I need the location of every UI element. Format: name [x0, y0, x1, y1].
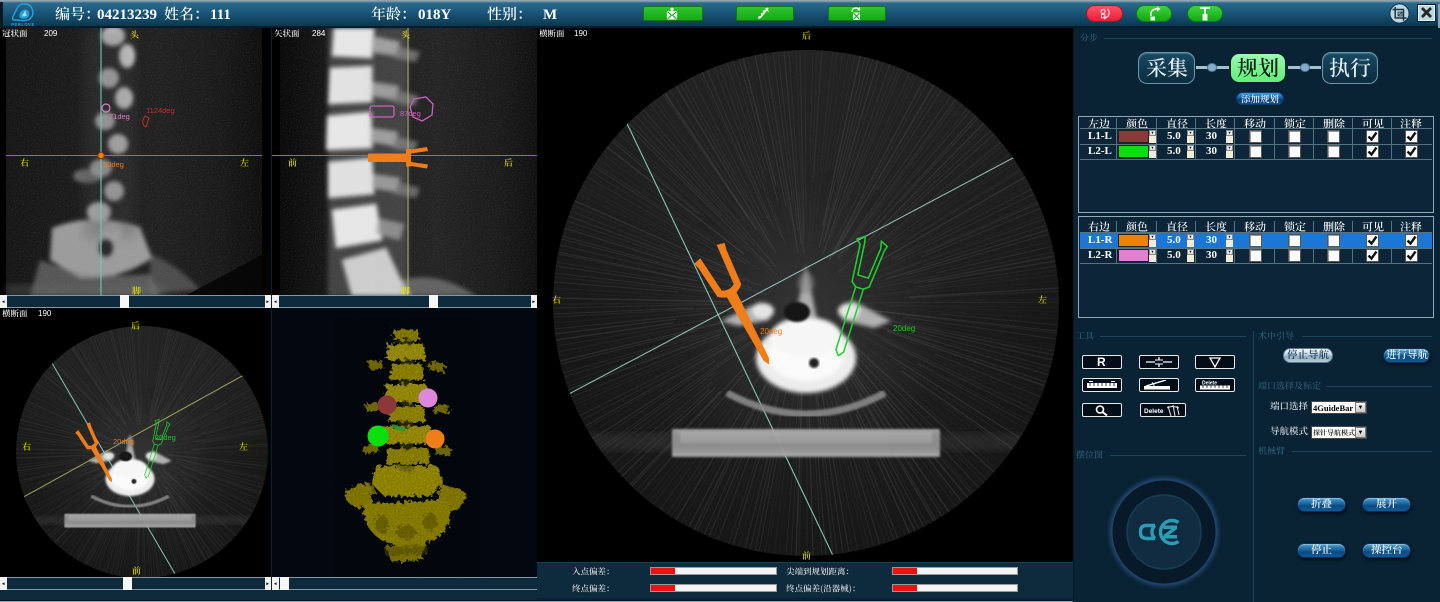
svg-text:Delete: Delete [1144, 408, 1164, 415]
svg-text:PERLOVE: PERLOVE [11, 22, 35, 27]
